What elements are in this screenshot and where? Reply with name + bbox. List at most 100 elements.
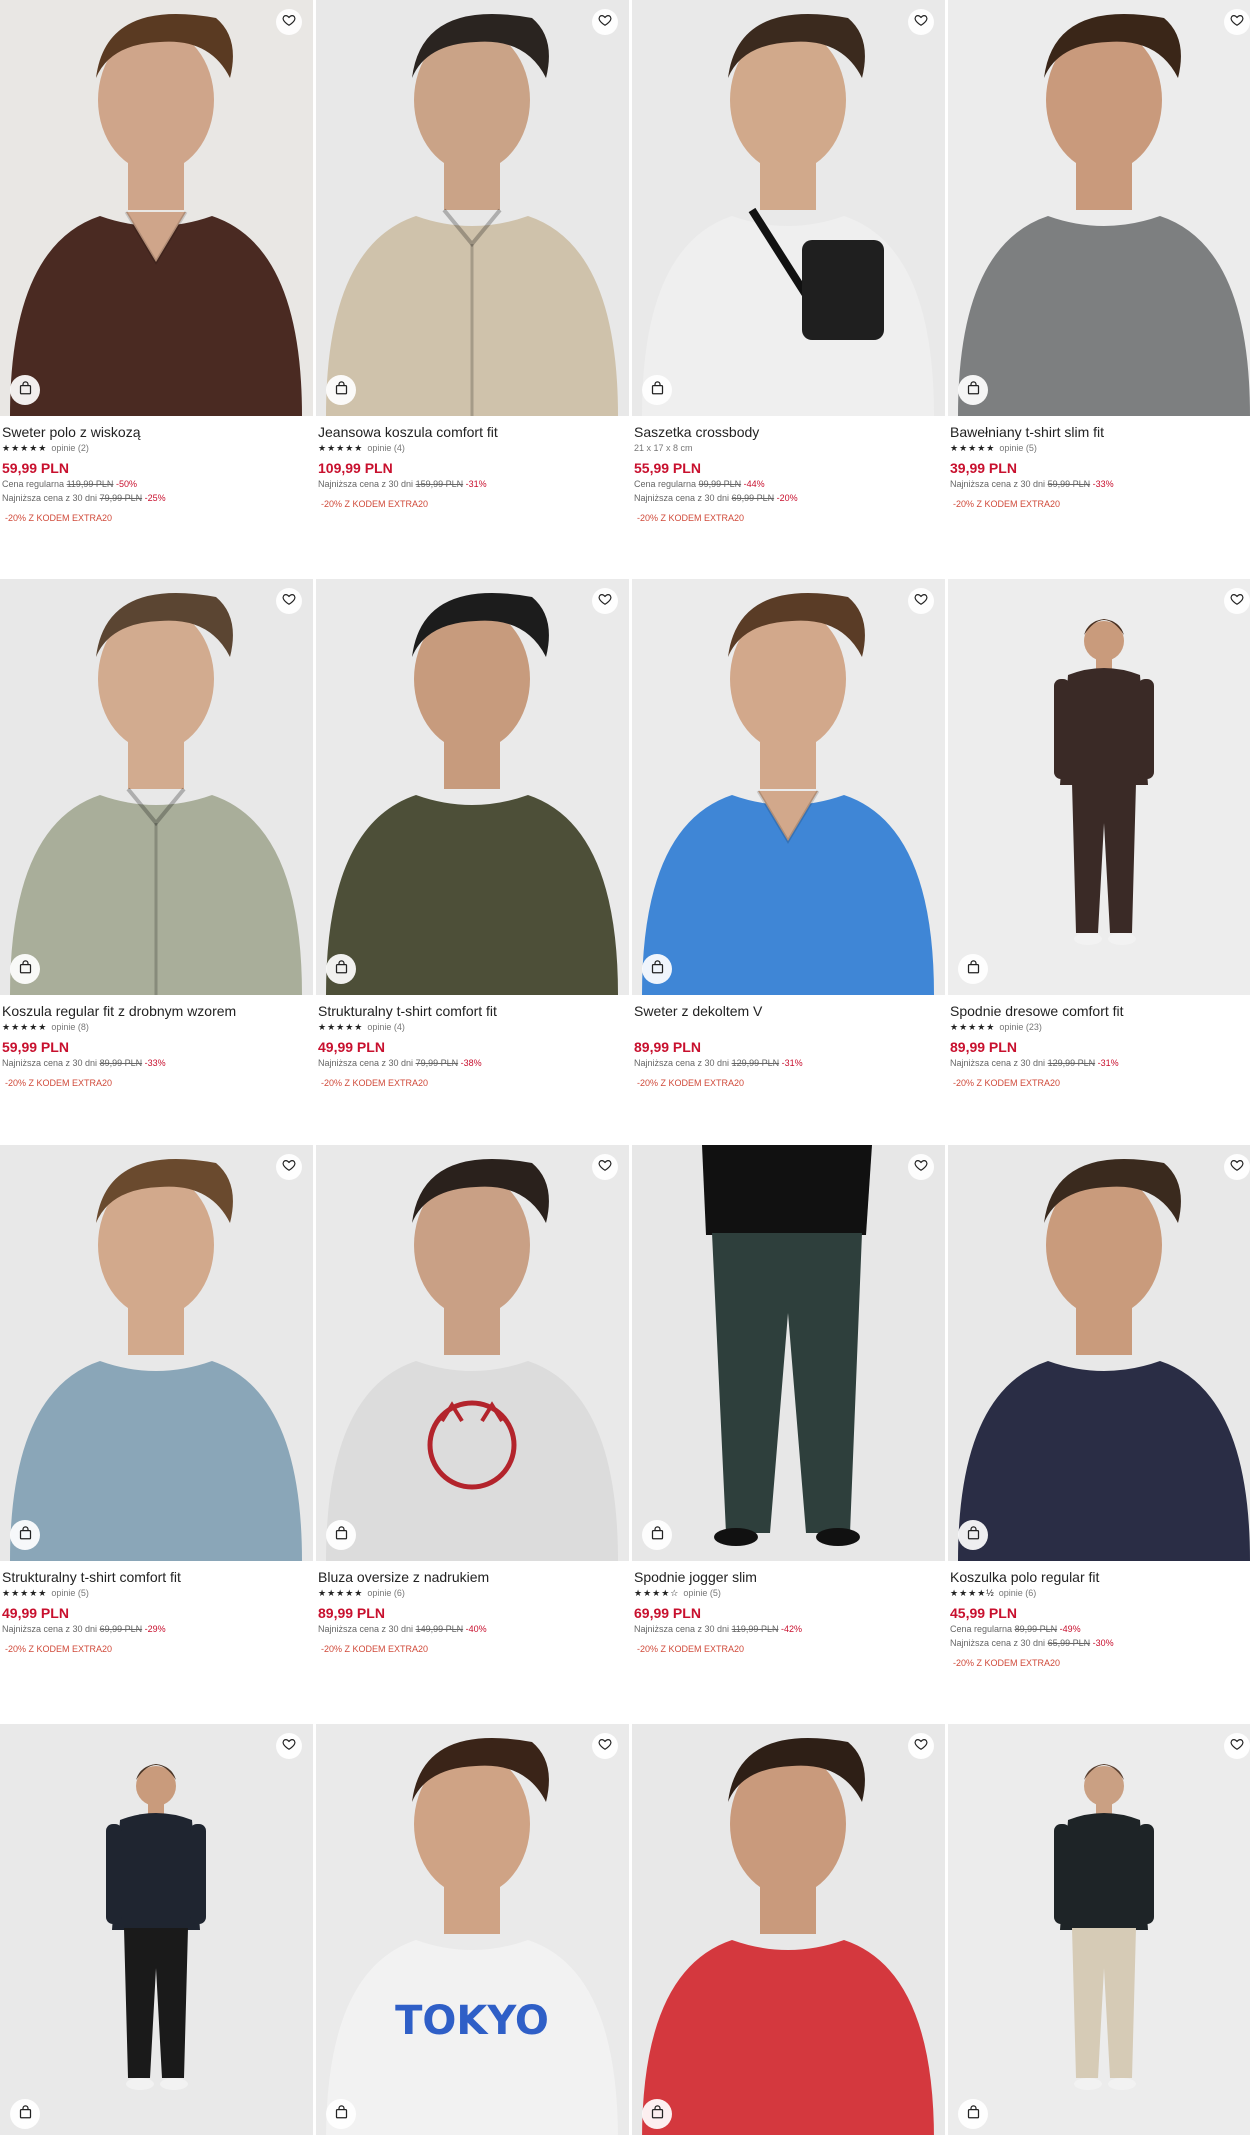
review-count[interactable]: opinie (5) (683, 1586, 721, 1600)
product-name[interactable]: Koszulka polo regular fit (950, 1569, 1250, 1586)
review-count[interactable]: opinie (8) (51, 1020, 89, 1034)
favorite-button[interactable] (592, 1733, 618, 1759)
review-count[interactable]: opinie (6) (367, 1586, 405, 1600)
product-card[interactable]: Bluza oversize z nadrukiem ★★★★★ opinie (6… (316, 1145, 629, 1656)
product-card[interactable]: Jeansowa koszula comfort fit ★★★★★ opinie … (316, 0, 629, 511)
add-to-bag-button[interactable] (10, 1520, 40, 1550)
product-name[interactable]: Sweter polo z wiskozą (2, 424, 311, 441)
product-card[interactable]: Spodnie dresowe comfort fit ★★★★★ opinie (… (948, 579, 1250, 1090)
product-name[interactable]: Saszetka crossbody (634, 424, 943, 441)
review-count[interactable]: opinie (6) (999, 1586, 1037, 1600)
product-name[interactable]: Bawełniany t-shirt slim fit (950, 424, 1250, 441)
add-to-bag-button[interactable] (958, 375, 988, 405)
add-to-bag-button[interactable] (10, 954, 40, 984)
product-image[interactable] (0, 0, 313, 416)
add-to-bag-button[interactable] (958, 1520, 988, 1550)
product-name[interactable]: Strukturalny t-shirt comfort fit (2, 1569, 311, 1586)
favorite-button[interactable] (276, 1733, 302, 1759)
shopping-bag-icon (18, 959, 33, 979)
add-to-bag-button[interactable] (326, 375, 356, 405)
product-image[interactable] (316, 1145, 629, 1561)
review-count[interactable]: opinie (5) (999, 441, 1037, 455)
product-image[interactable] (316, 579, 629, 995)
favorite-button[interactable] (908, 9, 934, 35)
add-to-bag-button[interactable] (642, 954, 672, 984)
product-card[interactable]: Saszetka crossbody 21 x 17 x 8 cm 55,99 PL… (632, 0, 945, 525)
product-card[interactable] (632, 1724, 945, 2135)
product-image[interactable] (0, 1145, 313, 1561)
shopping-bag-icon (334, 959, 349, 979)
product-name[interactable]: Sweter z dekoltem V (634, 1003, 943, 1020)
price-history-label: Najniższa cena z 30 dni (318, 1058, 414, 1068)
product-card[interactable]: Spodnie jogger slim ★★★★☆ opinie (5) 69,99 … (632, 1145, 945, 1656)
add-to-bag-button[interactable] (642, 375, 672, 405)
favorite-button[interactable] (592, 1154, 618, 1180)
product-image[interactable] (632, 0, 945, 416)
heart-icon (282, 1158, 296, 1177)
favorite-button[interactable] (1224, 1154, 1250, 1180)
add-to-bag-button[interactable] (642, 2099, 672, 2129)
product-name[interactable]: Bluza oversize z nadrukiem (318, 1569, 627, 1586)
review-count[interactable]: opinie (23) (999, 1020, 1042, 1034)
product-name[interactable]: Jeansowa koszula comfort fit (318, 424, 627, 441)
rating-stars: ★★★★★ (950, 1022, 996, 1032)
price-history: Najniższa cena z 30 dni 65,99 PLN -30% (950, 1636, 1250, 1650)
product-name[interactable]: Spodnie dresowe comfort fit (950, 1003, 1250, 1020)
product-image[interactable] (948, 0, 1250, 416)
product-card[interactable]: Strukturalny t-shirt comfort fit ★★★★★ opi… (316, 579, 629, 1090)
product-image[interactable] (948, 1724, 1250, 2135)
product-card[interactable]: Koszulka polo regular fit ★★★★½ opinie (6)… (948, 1145, 1250, 1670)
add-to-bag-button[interactable] (326, 2099, 356, 2129)
product-name[interactable]: Spodnie jogger slim (634, 1569, 943, 1586)
product-card[interactable]: Koszula regular fit z drobnym wzorem ★★★★… (0, 579, 313, 1090)
favorite-button[interactable] (276, 1154, 302, 1180)
add-to-bag-button[interactable] (958, 954, 988, 984)
discount-percent: -25% (144, 493, 166, 503)
product-image[interactable] (948, 1145, 1250, 1561)
product-card[interactable] (0, 1724, 313, 2135)
favorite-button[interactable] (592, 9, 618, 35)
product-card[interactable]: TOKYO (316, 1724, 629, 2135)
product-subline: ★★★★★ opinie (5) (2, 1586, 311, 1600)
product-name[interactable]: Strukturalny t-shirt comfort fit (318, 1003, 627, 1020)
add-to-bag-button[interactable] (326, 954, 356, 984)
price-history: Najniższa cena z 30 dni 129,99 PLN -31% (634, 1056, 943, 1070)
add-to-bag-button[interactable] (642, 1520, 672, 1550)
product-name[interactable]: Koszula regular fit z drobnym wzorem (2, 1003, 311, 1020)
review-count[interactable]: opinie (4) (367, 441, 405, 455)
favorite-button[interactable] (1224, 1733, 1250, 1759)
product-price: 59,99 PLN (2, 1039, 69, 1055)
add-to-bag-button[interactable] (10, 2099, 40, 2129)
product-card[interactable]: Sweter polo z wiskozą ★★★★★ opinie (2) 59,9… (0, 0, 313, 525)
review-count[interactable]: opinie (4) (367, 1020, 405, 1034)
product-image[interactable] (0, 579, 313, 995)
product-image[interactable] (948, 579, 1250, 995)
add-to-bag-button[interactable] (958, 2099, 988, 2129)
product-card[interactable]: Sweter z dekoltem V 89,99 PLN Najniższa ce… (632, 579, 945, 1090)
product-image[interactable] (632, 1724, 945, 2135)
review-count[interactable]: opinie (2) (51, 441, 89, 455)
price-history: Najniższa cena z 30 dni 69,99 PLN -20% (634, 491, 943, 505)
heart-icon (1230, 1158, 1244, 1177)
favorite-button[interactable] (276, 588, 302, 614)
favorite-button[interactable] (908, 1154, 934, 1180)
favorite-button[interactable] (908, 588, 934, 614)
product-card[interactable] (948, 1724, 1250, 2135)
product-image[interactable] (0, 1724, 313, 2135)
product-card[interactable]: Strukturalny t-shirt comfort fit ★★★★★ opi… (0, 1145, 313, 1656)
favorite-button[interactable] (1224, 9, 1250, 35)
favorite-button[interactable] (276, 9, 302, 35)
favorite-button[interactable] (908, 1733, 934, 1759)
product-image[interactable] (632, 579, 945, 995)
add-to-bag-button[interactable] (10, 375, 40, 405)
favorite-button[interactable] (592, 588, 618, 614)
price-history: Najniższa cena z 30 dni 69,99 PLN -29% (2, 1622, 311, 1636)
favorite-button[interactable] (1224, 588, 1250, 614)
product-card[interactable]: Bawełniany t-shirt slim fit ★★★★★ opinie (… (948, 0, 1250, 511)
product-image[interactable]: TOKYO (316, 1724, 629, 2135)
review-count[interactable]: opinie (5) (51, 1586, 89, 1600)
add-to-bag-button[interactable] (326, 1520, 356, 1550)
product-image[interactable] (632, 1145, 945, 1561)
shopping-bag-icon (334, 2104, 349, 2124)
product-image[interactable] (316, 0, 629, 416)
